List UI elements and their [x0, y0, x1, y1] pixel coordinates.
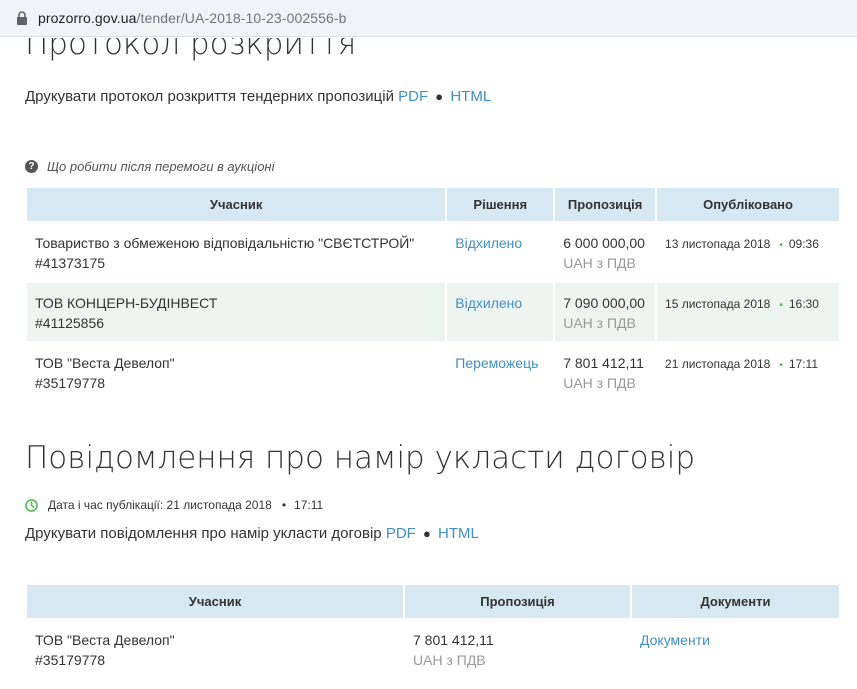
- participant-cell: ТОВ "Веста Девелоп" #35179778: [27, 620, 403, 678]
- participant-code: #41125856: [35, 315, 105, 331]
- lock-icon: [17, 11, 27, 25]
- participant-name: Товариство з обмеженою відповідальністю …: [35, 235, 415, 251]
- publication-time: 17:11: [294, 498, 324, 512]
- publication-date-text: Дата і час публікації: 21 листопада 2018: [48, 498, 272, 512]
- table-row: Товариство з обмеженою відповідальністю …: [27, 223, 839, 281]
- offer-currency: UAH з ПДВ: [563, 375, 636, 391]
- question-icon: ?: [25, 160, 38, 173]
- intent-title: Повідомлення про намір укласти договір: [25, 440, 696, 476]
- participant-cell: Товариство з обмеженою відповідальністю …: [27, 223, 445, 281]
- table-header-row: Учасник Пропозиція Документи: [27, 585, 839, 618]
- offer-cell: 7 090 000,00 UAH з ПДВ: [555, 283, 656, 341]
- opening-table: Учасник Рішення Пропозиція Опубліковано …: [25, 186, 841, 403]
- col-decision: Рішення: [447, 188, 554, 221]
- published-date: 15 листопада 2018: [665, 297, 771, 311]
- offer-amount: 7 801 412,11: [413, 632, 494, 648]
- intent-print-line: Друкувати повідомлення про намір укласти…: [25, 525, 479, 542]
- offer-currency: UAH з ПДВ: [563, 255, 636, 271]
- col-offer: Пропозиція: [555, 188, 656, 221]
- separator-dot: ●: [435, 89, 444, 104]
- published-date: 21 листопада 2018: [665, 357, 771, 371]
- offer-currency: UAH з ПДВ: [413, 652, 486, 668]
- auction-help[interactable]: ? Що робити після перемоги в аукціоні: [25, 159, 274, 174]
- bullet: •: [779, 300, 783, 311]
- intent-html-link[interactable]: HTML: [438, 525, 479, 542]
- col-documents: Документи: [632, 585, 839, 618]
- separator-dot: ●: [422, 526, 431, 541]
- published-cell: 13 листопада 2018 • 09:36: [657, 223, 839, 281]
- decision-link[interactable]: Переможець: [455, 355, 538, 371]
- decision-link[interactable]: Відхилено: [455, 295, 522, 311]
- participant-code: #35179778: [35, 375, 106, 391]
- browser-address-bar[interactable]: prozorro.gov.ua/tender/UA-2018-10-23-002…: [0, 0, 857, 37]
- participant-name: ТОВ "Веста Девелоп": [35, 355, 175, 371]
- url-path: /tender/UA-2018-10-23-002556-b: [136, 10, 347, 26]
- published-time: 16:30: [788, 297, 819, 311]
- offer-amount: 7 090 000,00: [563, 295, 645, 311]
- participant-code: #41373175: [35, 255, 106, 271]
- opening-pdf-link[interactable]: PDF: [398, 88, 428, 105]
- table-header-row: Учасник Рішення Пропозиція Опубліковано: [27, 188, 839, 221]
- col-published: Опубліковано: [657, 188, 839, 221]
- publication-date: Дата і час публікації: 21 листопада 2018…: [25, 498, 323, 512]
- offer-currency: UAH з ПДВ: [563, 315, 636, 331]
- decision-link[interactable]: Відхилено: [455, 235, 522, 251]
- documents-link[interactable]: Документи: [640, 632, 710, 648]
- participant-name: ТОВ "Веста Девелоп": [35, 632, 175, 648]
- participant-cell: ТОВ КОНЦЕРН-БУДІНВЕСТ #41125856: [27, 283, 446, 341]
- url-text[interactable]: prozorro.gov.ua/tender/UA-2018-10-23-002…: [38, 10, 347, 26]
- intent-print-text: Друкувати повідомлення про намір укласти…: [25, 525, 382, 542]
- published-cell: 21 листопада 2018 • 17:11: [657, 343, 839, 401]
- published-time: 17:11: [788, 357, 819, 371]
- participant-code: #35179778: [35, 652, 106, 668]
- offer-cell: 6 000 000,00 UAH з ПДВ: [555, 223, 655, 281]
- published-time: 09:36: [788, 237, 819, 251]
- col-participant: Учасник: [27, 188, 446, 221]
- url-host: prozorro.gov.ua: [38, 10, 137, 26]
- clock-icon: [25, 498, 38, 512]
- opening-print-line: Друкувати протокол розкриття тендерних п…: [25, 88, 491, 105]
- published-date: 13 листопада 2018: [665, 237, 771, 251]
- opening-print-text: Друкувати протокол розкриття тендерних п…: [25, 88, 394, 105]
- offer-amount: 7 801 412,11: [563, 355, 644, 371]
- bullet: •: [779, 360, 783, 371]
- intent-table: Учасник Пропозиція Документи ТОВ "Веста …: [25, 583, 841, 680]
- opening-html-link[interactable]: HTML: [450, 88, 491, 105]
- col-participant: Учасник: [27, 585, 403, 618]
- table-row: ТОВ "Веста Девелоп" #35179778 Переможець…: [27, 343, 839, 401]
- bullet: •: [281, 498, 287, 512]
- offer-amount: 6 000 000,00: [563, 235, 645, 251]
- intent-pdf-link[interactable]: PDF: [386, 525, 416, 542]
- participant-cell: ТОВ "Веста Девелоп" #35179778: [27, 343, 445, 401]
- bullet: •: [779, 240, 783, 251]
- auction-help-text: Що робити після перемоги в аукціоні: [47, 159, 275, 174]
- published-cell: 15 листопада 2018 • 16:30: [657, 283, 839, 341]
- col-offer: Пропозиція: [405, 585, 630, 618]
- table-row: ТОВ КОНЦЕРН-БУДІНВЕСТ #41125856 Відхилен…: [27, 283, 839, 341]
- table-row: ТОВ "Веста Девелоп" #35179778 7 801 412,…: [27, 620, 839, 678]
- participant-name: ТОВ КОНЦЕРН-БУДІНВЕСТ: [35, 295, 218, 311]
- offer-cell: 7 801 412,11 UAH з ПДВ: [555, 343, 655, 401]
- offer-cell: 7 801 412,11 UAH з ПДВ: [405, 620, 630, 678]
